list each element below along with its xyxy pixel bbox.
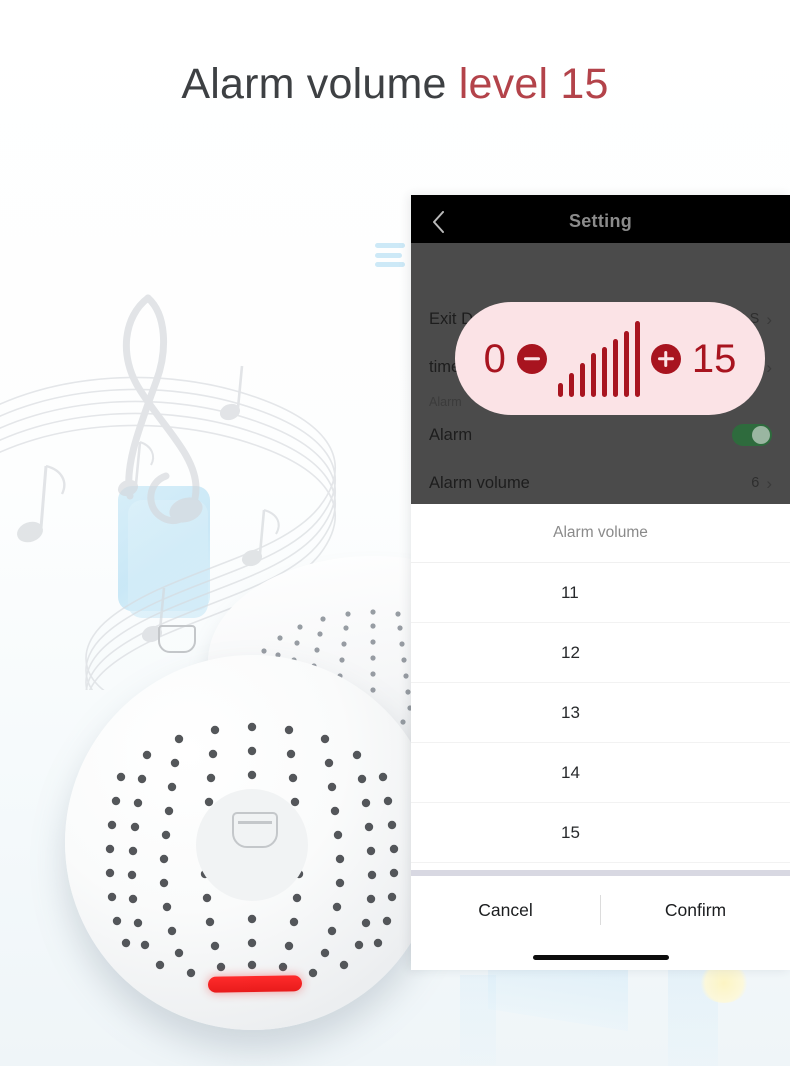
chevron-left-icon[interactable]: [427, 210, 449, 233]
detector-led-indicator: [207, 975, 303, 993]
chevron-right-icon: ›: [766, 473, 772, 493]
volume-range-badge: 0 15: [455, 302, 765, 415]
confirm-button[interactable]: Confirm: [601, 900, 790, 921]
page-title-main: Alarm volume: [181, 60, 447, 108]
volume-min-label: 0: [483, 336, 506, 381]
decor-blue-card-2: [128, 500, 208, 618]
nav-bar: Setting: [411, 200, 790, 243]
detector-logo-back: [158, 625, 196, 653]
list-item[interactable]: 15: [411, 803, 790, 863]
alarm-toggle[interactable]: [732, 424, 772, 446]
plus-circle-icon[interactable]: [650, 343, 681, 374]
settings-row-alarm-volume[interactable]: Alarm volume 6 ›: [411, 459, 790, 504]
detector-logo-front: [232, 812, 278, 848]
page-root: Alarm volume level 15 Setting Exit Delay…: [0, 0, 790, 1066]
page-title-accent: level 15: [458, 60, 609, 108]
picker-title: Alarm volume: [411, 504, 790, 563]
settings-row-alarm[interactable]: Alarm: [411, 411, 790, 459]
volume-bars-icon: [557, 320, 640, 397]
list-item[interactable]: 13: [411, 683, 790, 743]
list-item[interactable]: 11: [411, 563, 790, 623]
decor-bottom-shape-2: [668, 960, 718, 1066]
cancel-button[interactable]: Cancel: [411, 900, 600, 921]
list-item[interactable]: 12: [411, 623, 790, 683]
chevron-right-icon: ›: [766, 357, 772, 377]
minus-circle-icon[interactable]: [516, 343, 547, 374]
decor-bottom-shape-3: [460, 975, 496, 1065]
alarm-volume-picker: Alarm volume 11 12 13 14 15 Cancel Confi…: [411, 504, 790, 970]
nav-title: Setting: [568, 211, 633, 231]
decor-blue-card: [118, 486, 210, 611]
volume-max-label: 15: [691, 336, 737, 381]
list-item[interactable]: 14: [411, 743, 790, 803]
home-indicator[interactable]: [532, 954, 669, 960]
picker-option-list[interactable]: 11 12 13 14 15: [411, 563, 790, 870]
picker-actions: Cancel Confirm: [411, 876, 790, 944]
settings-row-value: 6: [751, 475, 760, 491]
phone-screen: Setting Exit Delay 0 S › timer › Alarm: [411, 195, 790, 970]
settings-row-label: Alarm: [429, 425, 473, 444]
chevron-right-icon: ›: [766, 309, 772, 329]
home-indicator-area: [411, 944, 790, 970]
page-title: Alarm volume level 15: [0, 60, 790, 109]
settings-row-label: Alarm volume: [429, 473, 530, 492]
hamburger-icon: [375, 243, 405, 267]
settings-list-dimmed: Exit Delay 0 S › timer › Alarm Alarm: [411, 243, 790, 504]
